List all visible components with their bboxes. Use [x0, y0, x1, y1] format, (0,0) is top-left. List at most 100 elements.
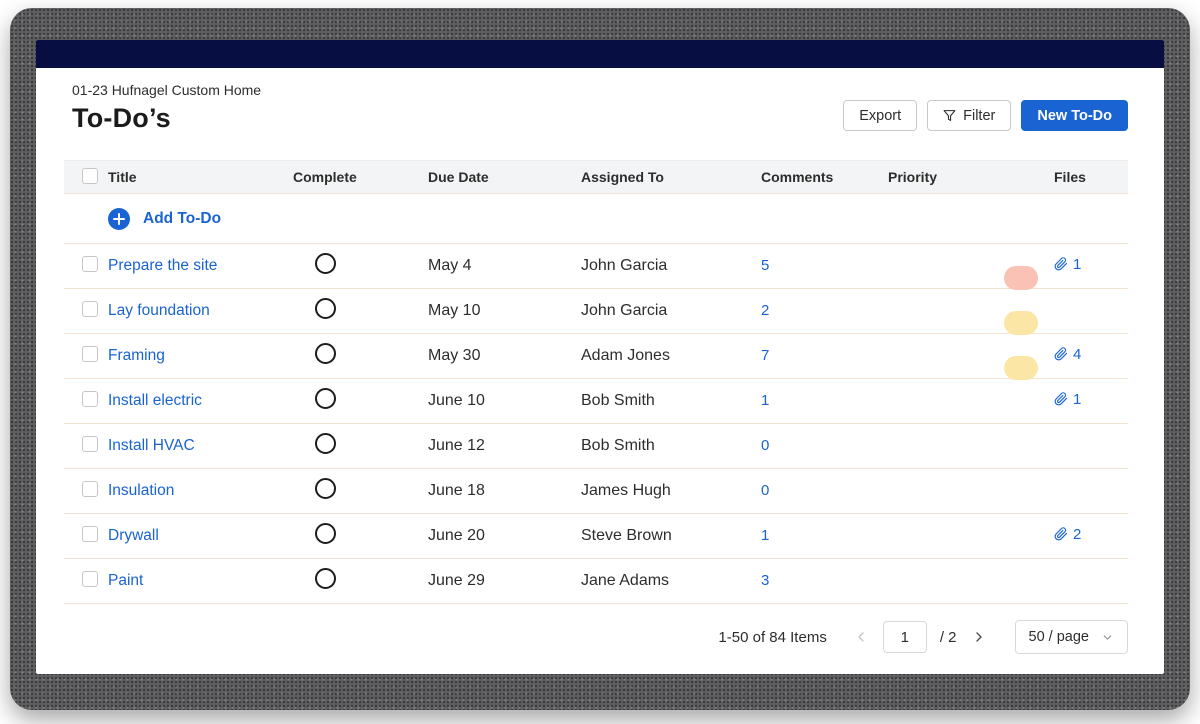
- complete-circle[interactable]: [315, 433, 336, 454]
- due-date: May 4: [428, 257, 472, 274]
- select-all-checkbox[interactable]: [82, 167, 98, 184]
- row-cell-files: 1: [1054, 391, 1128, 412]
- header-cell-complete: Complete: [293, 169, 357, 185]
- row-cell-comments: 1: [761, 527, 888, 545]
- comments-link[interactable]: 5: [761, 257, 769, 274]
- comments-link[interactable]: 3: [761, 572, 769, 589]
- row-checkbox[interactable]: [82, 345, 98, 362]
- row-checkbox[interactable]: [82, 300, 98, 317]
- files-link[interactable]: 1: [1054, 391, 1081, 408]
- due-date: June 20: [428, 527, 485, 544]
- row-cell-comments: 5: [761, 257, 888, 275]
- row-cell-files: 1: [1054, 256, 1128, 277]
- total-pages-label: / 2: [939, 628, 957, 646]
- row-cell-priority: [888, 379, 1054, 423]
- table-row: Prepare the site May 4 John Garcia 5 1: [64, 244, 1128, 290]
- assigned-to: John Garcia: [581, 257, 668, 274]
- assigned-to: Jane Adams: [581, 572, 670, 589]
- todo-title-link[interactable]: Drywall: [108, 527, 159, 544]
- files-link[interactable]: 2: [1054, 526, 1081, 543]
- todo-title-link[interactable]: Install electric: [108, 392, 202, 409]
- page-size-label: 50 / page: [1028, 629, 1089, 645]
- table-header-row: Title Complete Due Date Assigned To Comm…: [64, 160, 1128, 194]
- header-cell-title: Title: [108, 169, 137, 185]
- header-cell-comments: Comments: [761, 169, 834, 185]
- todo-title-link[interactable]: Paint: [108, 572, 143, 589]
- row-cell-priority: [888, 424, 1054, 468]
- todo-title-link[interactable]: Prepare the site: [108, 257, 217, 274]
- filter-button-label: Filter: [963, 107, 996, 124]
- row-cell-complete: [293, 568, 428, 594]
- comments-link[interactable]: 0: [761, 437, 769, 454]
- row-checkbox[interactable]: [82, 435, 98, 452]
- complete-circle[interactable]: [315, 568, 336, 589]
- assigned-to: John Garcia: [581, 302, 668, 319]
- row-cell-comments: 0: [761, 482, 888, 500]
- items-count: 1-50 of 84 Items: [718, 628, 827, 646]
- due-date: May 10: [428, 302, 481, 319]
- due-date: June 12: [428, 437, 485, 454]
- filter-button[interactable]: Filter: [927, 100, 1012, 131]
- device-frame: 01-23 Hufnagel Custom Home To-Do’s Expor…: [10, 8, 1190, 710]
- table-row: Framing May 30 Adam Jones 7 4: [64, 334, 1128, 380]
- complete-circle[interactable]: [315, 478, 336, 499]
- files-count: 2: [1073, 525, 1082, 543]
- due-date: June 29: [428, 572, 485, 589]
- assigned-to: Bob Smith: [581, 392, 655, 409]
- todo-title-link[interactable]: Insulation: [108, 482, 174, 499]
- comments-link[interactable]: 0: [761, 482, 769, 499]
- row-cell-title: Drywall: [108, 527, 293, 545]
- filter-icon: [943, 109, 956, 122]
- prev-page-button[interactable]: [852, 628, 870, 646]
- todo-title-link[interactable]: Lay foundation: [108, 302, 210, 319]
- todo-title-link[interactable]: Install HVAC: [108, 437, 195, 454]
- top-navbar: [36, 40, 1164, 68]
- row-checkbox[interactable]: [82, 390, 98, 407]
- complete-circle[interactable]: [315, 298, 336, 319]
- row-checkbox[interactable]: [82, 255, 98, 272]
- assigned-to: James Hugh: [581, 482, 671, 499]
- complete-circle[interactable]: [315, 523, 336, 544]
- row-cell-priority: [888, 289, 1054, 335]
- page-size-select[interactable]: 50 / page: [1014, 620, 1128, 654]
- breadcrumb: 01-23 Hufnagel Custom Home: [72, 82, 262, 98]
- files-count: 1: [1073, 390, 1082, 408]
- table-row: Lay foundation May 10 John Garcia 2: [64, 289, 1128, 335]
- header-cell-due-date: Due Date: [428, 169, 489, 185]
- toolbar-actions: Export Filter New To-Do: [843, 100, 1128, 131]
- todo-title-link[interactable]: Framing: [108, 347, 165, 364]
- plus-circle-icon: [108, 207, 130, 230]
- due-date: June 10: [428, 392, 485, 409]
- complete-circle[interactable]: [315, 253, 336, 274]
- add-todo-button[interactable]: Add To-Do: [64, 194, 1128, 244]
- comments-link[interactable]: 1: [761, 392, 769, 409]
- row-checkbox[interactable]: [82, 480, 98, 497]
- files-link[interactable]: 4: [1054, 346, 1081, 363]
- row-cell-checkbox: [64, 255, 108, 277]
- new-todo-button[interactable]: New To-Do: [1021, 100, 1128, 131]
- row-checkbox[interactable]: [82, 525, 98, 542]
- row-cell-complete: [293, 253, 428, 279]
- row-cell-comments: 0: [761, 437, 888, 455]
- row-checkbox[interactable]: [82, 570, 98, 587]
- row-cell-title: Install HVAC: [108, 437, 293, 455]
- row-cell-checkbox: [64, 300, 108, 322]
- page-title: To-Do’s: [72, 103, 171, 133]
- row-cell-checkbox: [64, 345, 108, 367]
- complete-circle[interactable]: [315, 343, 336, 364]
- row-cell-title: Framing: [108, 347, 293, 365]
- comments-link[interactable]: 7: [761, 347, 769, 364]
- page-number-input[interactable]: [882, 621, 927, 653]
- comments-link[interactable]: 1: [761, 527, 769, 544]
- table-row: Drywall June 20 Steve Brown 1 2: [64, 514, 1128, 559]
- export-button[interactable]: Export: [843, 100, 918, 131]
- files-link[interactable]: 1: [1054, 256, 1081, 273]
- row-cell-checkbox: [64, 390, 108, 412]
- priority-badge: [1004, 311, 1038, 335]
- row-cell-complete: [293, 433, 428, 459]
- row-cell-complete: [293, 478, 428, 504]
- row-cell-complete: [293, 523, 428, 549]
- comments-link[interactable]: 2: [761, 302, 769, 319]
- next-page-button[interactable]: [970, 628, 988, 646]
- complete-circle[interactable]: [315, 388, 336, 409]
